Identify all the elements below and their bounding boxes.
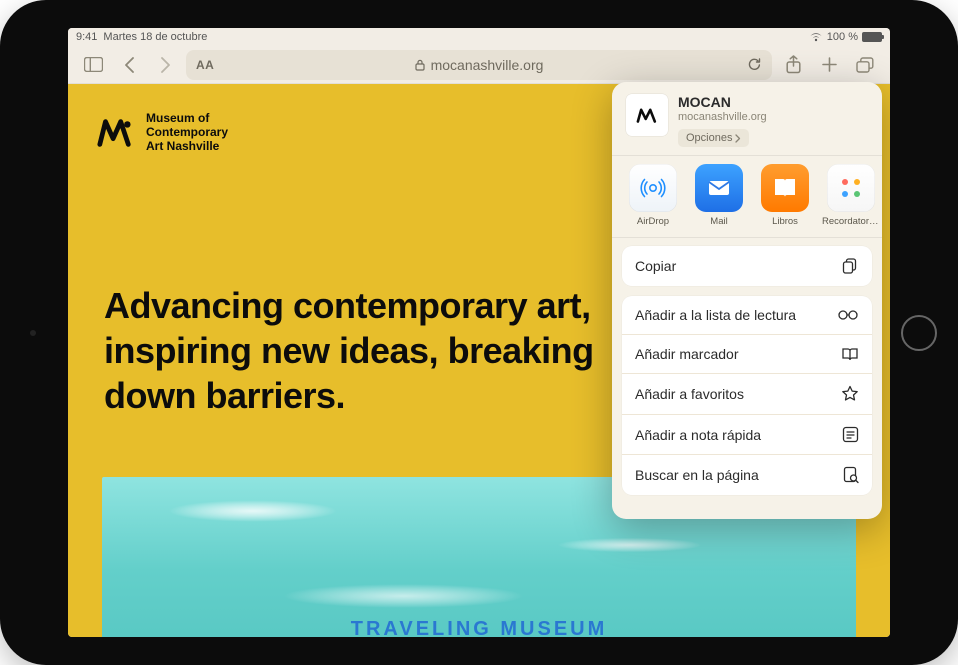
share-title: MOCAN [678, 94, 767, 110]
battery-icon [862, 32, 882, 42]
url-text: mocanashville.org [431, 57, 544, 73]
bookmark-icon [841, 346, 859, 362]
share-action-glasses[interactable]: Añadir a la lista de lectura [622, 296, 872, 335]
share-subtitle: mocanashville.org [678, 111, 767, 123]
front-camera [30, 330, 36, 336]
back-button[interactable] [114, 50, 144, 80]
screen: 9:41 Martes 18 de octubre 100 % [68, 28, 890, 637]
share-actions-primary: Copiar [622, 246, 872, 286]
action-label: Buscar en la página [635, 467, 759, 483]
airdrop-icon [629, 164, 677, 212]
ipad-frame: 9:41 Martes 18 de octubre 100 % [0, 0, 958, 665]
wifi-icon [809, 32, 823, 42]
app-label: Libros [756, 216, 814, 227]
sidebar-button[interactable] [78, 50, 108, 80]
forward-button[interactable] [150, 50, 180, 80]
action-label: Añadir a favoritos [635, 386, 744, 402]
copy-icon [841, 257, 859, 275]
mail-icon [695, 164, 743, 212]
share-app-airdrop[interactable]: AirDrop [624, 164, 682, 227]
banner-title: TRAVELING MUSEUM [351, 618, 608, 637]
share-options-button[interactable]: Opciones [678, 129, 749, 147]
tabs-button[interactable] [850, 50, 880, 80]
share-sheet: MOCAN mocanashville.org Opciones AirDrop… [612, 82, 882, 519]
share-app-mail[interactable]: Mail [690, 164, 748, 227]
share-app-recordatorios[interactable]: Recordatorios [822, 164, 880, 227]
chevron-right-icon [735, 134, 741, 143]
logo-text: Museum of Contemporary Art Nashville [146, 112, 228, 153]
glasses-icon [837, 309, 859, 321]
reminders-icon [827, 164, 875, 212]
status-time: 9:41 [76, 31, 97, 43]
home-button[interactable] [901, 315, 937, 351]
book-icon [761, 164, 809, 212]
app-label: Mail [690, 216, 748, 227]
reader-aa-button[interactable]: AA [196, 58, 214, 72]
action-label: Añadir a la lista de lectura [635, 307, 796, 323]
share-apps-row[interactable]: AirDropMailLibrosRecordatoriosNotas [612, 155, 882, 238]
share-action-find[interactable]: Buscar en la página [622, 455, 872, 495]
new-tab-button[interactable] [814, 50, 844, 80]
share-action-quicknote[interactable]: Añadir a nota rápida [622, 415, 872, 455]
logo-mark-icon [96, 114, 134, 152]
action-label: Añadir a nota rápida [635, 427, 761, 443]
app-label: Recordatorios [822, 216, 880, 227]
star-icon [841, 385, 859, 403]
quicknote-icon [842, 426, 859, 443]
status-date: Martes 18 de octubre [103, 31, 207, 43]
app-label: AirDrop [624, 216, 682, 227]
share-thumbnail [626, 94, 668, 136]
status-bar: 9:41 Martes 18 de octubre 100 % [68, 28, 890, 46]
action-label: Añadir marcador [635, 346, 739, 362]
find-icon [843, 466, 859, 484]
safari-toolbar: AA mocanashville.org [68, 46, 890, 84]
lock-icon [415, 59, 425, 71]
share-app-libros[interactable]: Libros [756, 164, 814, 227]
share-action-star[interactable]: Añadir a favoritos [622, 374, 872, 415]
battery-percent: 100 % [827, 31, 858, 43]
reload-button[interactable] [747, 57, 762, 72]
share-action-bookmark[interactable]: Añadir marcador [622, 335, 872, 374]
action-label: Copiar [635, 258, 676, 274]
share-actions-list: Añadir a la lista de lectura Añadir marca… [622, 296, 872, 495]
share-button[interactable] [778, 50, 808, 80]
share-action-copy[interactable]: Copiar [622, 246, 872, 286]
address-bar[interactable]: AA mocanashville.org [186, 50, 772, 80]
